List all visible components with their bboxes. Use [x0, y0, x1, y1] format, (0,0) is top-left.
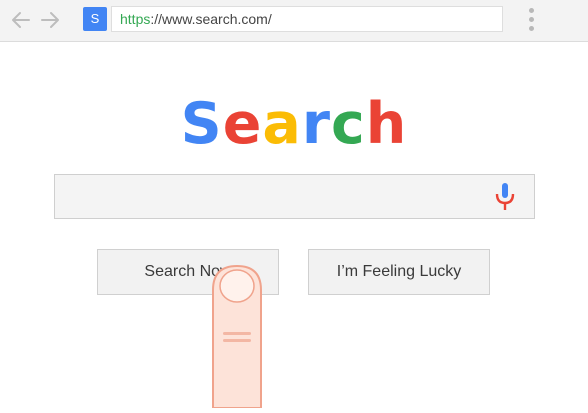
feeling-lucky-button[interactable]: I’m Feeling Lucky: [308, 249, 490, 295]
url-path: ://www.search.com/: [150, 11, 272, 27]
microphone-icon[interactable]: [492, 182, 518, 212]
logo-letter: h: [365, 91, 408, 157]
search-box: [54, 174, 535, 219]
search-logo: Search: [0, 91, 588, 157]
logo-letter: a: [262, 91, 302, 157]
site-favicon: S: [83, 7, 107, 31]
address-bar[interactable]: https://www.search.com/: [111, 6, 503, 32]
logo-letter: r: [301, 91, 331, 157]
logo-letter: e: [222, 91, 263, 157]
logo-letter: S: [180, 91, 223, 157]
pointing-finger-icon: [209, 262, 265, 409]
search-input[interactable]: [55, 175, 499, 218]
url-scheme: https: [120, 11, 151, 27]
browser-toolbar: S https://www.search.com/: [0, 0, 588, 42]
forward-arrow-icon[interactable]: [38, 8, 62, 32]
back-arrow-icon[interactable]: [9, 8, 33, 32]
logo-letter: c: [330, 91, 366, 157]
menu-kebab-icon[interactable]: [524, 6, 538, 34]
